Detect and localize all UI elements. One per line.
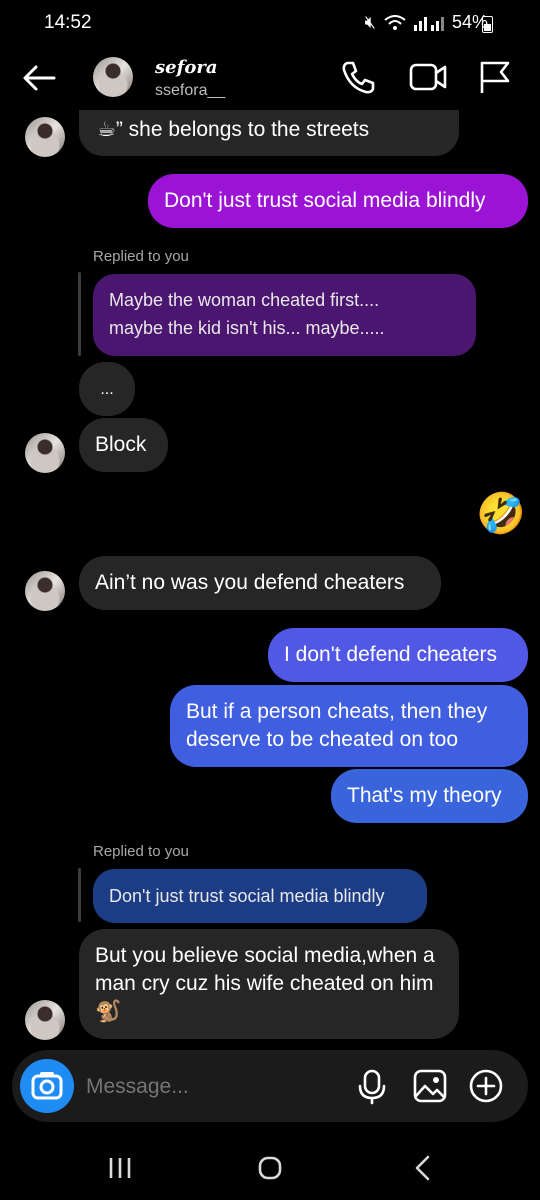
status-icons: 🔇︎ 54% xyxy=(365,12,488,33)
flag-icon xyxy=(480,61,510,93)
signal-icon xyxy=(413,16,444,31)
report-button[interactable] xyxy=(475,57,515,97)
message-bubble-received[interactable]: Block xyxy=(79,418,168,472)
video-call-button[interactable] xyxy=(408,57,448,97)
gallery-icon xyxy=(413,1069,447,1103)
message-input[interactable] xyxy=(86,1073,346,1101)
mute-icon: 🔇︎ xyxy=(364,12,376,32)
emoji-message[interactable]: 🤣 xyxy=(476,490,526,538)
message-bubble-sent[interactable]: I don't defend cheaters xyxy=(268,628,528,682)
reply-label: Replied to you xyxy=(93,843,189,860)
gallery-button[interactable] xyxy=(410,1066,450,1106)
sender-avatar[interactable] xyxy=(25,117,65,157)
home-button[interactable] xyxy=(250,1148,290,1188)
message-bubble-received[interactable]: ☕” she belongs to the streets xyxy=(79,110,459,156)
reply-bar xyxy=(78,272,81,356)
back-nav-icon xyxy=(415,1155,430,1181)
sender-avatar[interactable] xyxy=(25,433,65,473)
back-nav-button[interactable] xyxy=(403,1148,443,1188)
phone-icon xyxy=(342,61,375,94)
home-icon xyxy=(258,1156,282,1180)
voice-message-button[interactable] xyxy=(352,1066,392,1106)
recents-icon xyxy=(109,1158,131,1178)
camera-icon xyxy=(31,1072,63,1100)
contact-display-name[interactable]: sefora xyxy=(155,57,217,78)
sender-avatar[interactable] xyxy=(25,1000,65,1040)
message-bubble-sent[interactable]: Don't just trust social media blindly xyxy=(148,174,528,228)
reply-label: Replied to you xyxy=(93,248,189,265)
recents-button[interactable] xyxy=(100,1148,140,1188)
video-icon xyxy=(409,63,447,91)
call-button[interactable] xyxy=(338,57,378,97)
camera-button[interactable] xyxy=(20,1059,74,1113)
quoted-message[interactable]: Don't just trust social media blindly xyxy=(93,869,427,923)
quoted-message[interactable]: Maybe the woman cheated first.... maybe … xyxy=(93,274,476,356)
back-arrow-icon xyxy=(23,65,56,91)
status-time: 14:52 xyxy=(44,12,92,33)
wifi-icon xyxy=(384,14,406,30)
more-options-button[interactable] xyxy=(466,1066,506,1106)
header-avatar[interactable] xyxy=(93,57,133,97)
plus-circle-icon xyxy=(469,1069,503,1103)
message-bubble-sent[interactable]: That's my theory xyxy=(331,769,528,823)
back-button[interactable] xyxy=(20,58,60,98)
message-bubble-received[interactable]: But you believe social media,when a man … xyxy=(79,929,459,1039)
microphone-icon xyxy=(358,1069,386,1105)
message-bubble-received[interactable]: ... xyxy=(79,362,135,416)
chat-header xyxy=(0,48,540,112)
contact-username[interactable]: ssefora__ xyxy=(155,82,225,100)
message-bubble-received[interactable]: Ain’t no was you defend cheaters xyxy=(79,556,441,610)
reply-bar xyxy=(78,868,81,922)
message-bubble-sent[interactable]: But if a person cheats, then they deserv… xyxy=(170,685,528,767)
battery-icon xyxy=(482,16,493,33)
sender-avatar[interactable] xyxy=(25,571,65,611)
status-bar: 14:52 🔇︎ 54% xyxy=(0,0,540,48)
